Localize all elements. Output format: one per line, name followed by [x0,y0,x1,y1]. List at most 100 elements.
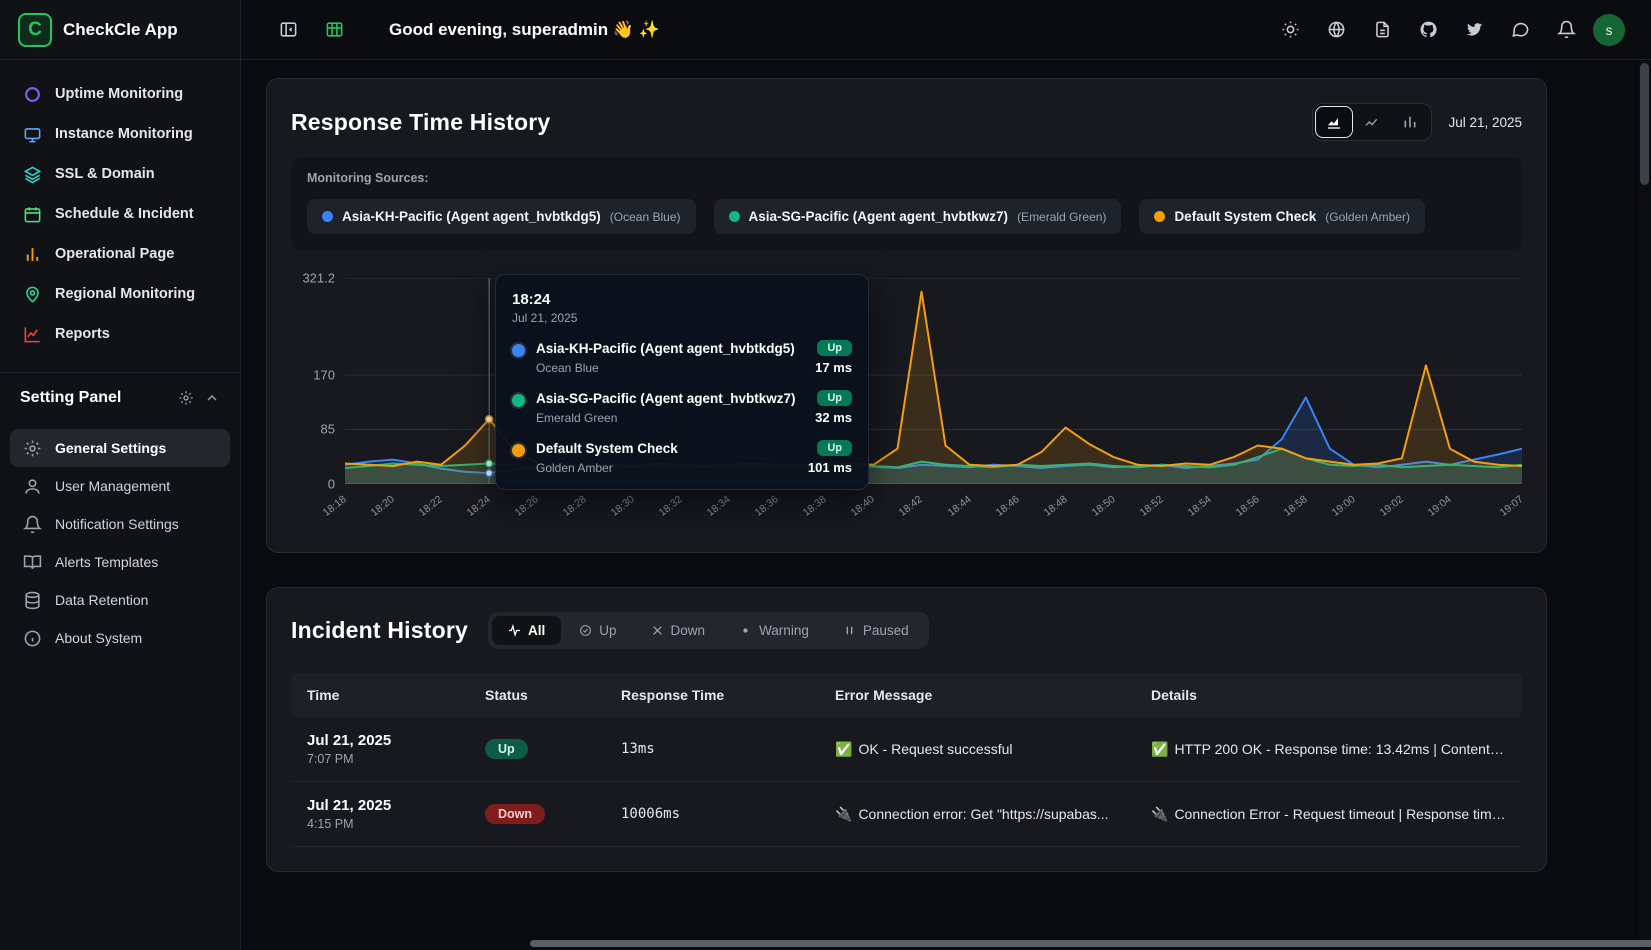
area-chart-toggle[interactable] [1315,106,1353,138]
reports-icon [22,324,42,344]
filter-tab-all[interactable]: All [492,616,561,645]
sidebar-item-label: Regional Monitoring [55,286,195,302]
sidebar-item-schedule-incident[interactable]: Schedule & Incident [10,194,230,234]
error-message: OK - Request successful [858,741,1012,757]
table-row[interactable]: Jul 21, 2025 4:15 PM Down 10006ms 🔌Conne… [291,782,1522,847]
greeting-text: Good evening, superadmin 👋 ✨ [389,20,660,40]
filter-tab-paused[interactable]: Paused [827,616,925,645]
vertical-scrollbar-track[interactable] [1638,61,1651,950]
sidebar-item-notification-settings[interactable]: Notification Settings [10,505,230,543]
feedback-button[interactable] [1501,11,1539,49]
github-icon [1419,20,1438,39]
filter-tab-up[interactable]: Up [563,616,632,645]
sidebar-item-reports[interactable]: Reports [10,314,230,354]
incident-filter-tabs: All Up Down Warning [488,612,929,649]
github-button[interactable] [1409,11,1447,49]
pause-icon [843,624,856,637]
source-color-label: (Golden Amber) [1325,210,1410,224]
response-chart-area: 321.2170850 18:24 Jul 21, 2025 [291,278,1522,528]
sun-icon [1281,20,1300,39]
setting-panel-title: Setting Panel [20,389,168,407]
notifications-button[interactable] [1547,11,1585,49]
table-view-button[interactable] [315,11,353,49]
series-name: Default System Check [536,441,678,456]
sidebar-item-label: SSL & Domain [55,166,155,182]
sidebar-item-label: Data Retention [55,592,148,608]
top-bar: Good evening, superadmin 👋 ✨ [241,0,1651,60]
response-time-card: Response Time History Jul 21, 2025 [266,78,1547,553]
sidebar-item-general-settings[interactable]: General Settings [10,429,230,467]
plug-icon: 🔌 [835,806,852,822]
series-color-label: Ocean Blue [536,361,599,375]
docs-button[interactable] [1363,11,1401,49]
filter-tab-down[interactable]: Down [635,616,722,645]
response-card-title: Response Time History [291,109,550,136]
sidebar-item-label: Alerts Templates [55,554,158,570]
incident-history-card: Incident History All Up Down [266,587,1547,872]
sidebar-item-uptime-monitoring[interactable]: Uptime Monitoring [10,74,230,114]
details-text: Connection Error - Request timeout | Res… [1174,806,1511,822]
column-header-details: Details [1135,673,1522,717]
vertical-scrollbar-thumb[interactable] [1640,63,1649,185]
user-avatar[interactable]: s [1593,14,1625,46]
sidebar-item-user-management[interactable]: User Management [10,467,230,505]
source-chip-asia-kh[interactable]: Asia-KH-Pacific (Agent agent_hvbtkdg5) (… [307,199,696,234]
series-name: Asia-SG-Pacific (Agent agent_hvbtkwz7) [536,391,796,406]
setting-panel-header[interactable]: Setting Panel [0,373,240,415]
incident-table: Time Status Response Time Error Message … [291,673,1522,847]
bell-icon [1557,20,1576,39]
incident-time: 4:15 PM [307,817,453,831]
filter-tab-warning[interactable]: Warning [723,616,825,645]
logo-icon: C [18,13,52,47]
plug-icon: 🔌 [1151,806,1168,822]
sidebar-item-instance-monitoring[interactable]: Instance Monitoring [10,114,230,154]
incident-date: Jul 21, 2025 [307,732,453,749]
sidebar-item-operational-page[interactable]: Operational Page [10,234,230,274]
sidebar-collapse-button[interactable] [269,11,307,49]
sidebar-item-label: Instance Monitoring [55,126,193,142]
sidebar-item-alerts-templates[interactable]: Alerts Templates [10,543,230,581]
response-time-value: 10006ms [605,791,819,837]
error-message: Connection error: Get "https://supabas..… [858,806,1108,822]
horizontal-scrollbar-thumb[interactable] [530,940,1651,947]
sidebar-item-data-retention[interactable]: Data Retention [10,581,230,619]
check-circle-icon [579,624,592,637]
twitter-button[interactable] [1455,11,1493,49]
source-color-dot [729,211,740,222]
chevron-up-icon[interactable] [204,390,220,406]
sidebar-item-about-system[interactable]: About System [10,619,230,657]
regional-monitoring-icon [22,284,42,304]
app-root: C CheckCle App Uptime Monitoring Instanc… [0,0,1651,950]
series-color-dot [512,444,525,457]
source-color-label: (Emerald Green) [1017,210,1106,224]
sidebar: C CheckCle App Uptime Monitoring Instanc… [0,0,241,950]
database-icon [22,590,42,610]
table-row[interactable]: Jul 21, 2025 7:07 PM Up 13ms ✅OK - Reque… [291,717,1522,782]
series-color-dot [512,344,525,357]
operational-page-icon [22,244,42,264]
sidebar-item-label: User Management [55,478,170,494]
language-button[interactable] [1317,11,1355,49]
user-icon [22,476,42,496]
activity-icon [508,624,521,637]
bar-chart-toggle[interactable] [1391,106,1429,138]
main-area: Good evening, superadmin 👋 ✨ [241,0,1651,950]
sidebar-item-label: Schedule & Incident [55,206,194,222]
status-badge: Down [485,804,545,824]
monitoring-sources-panel: Monitoring Sources: Asia-KH-Pacific (Age… [291,157,1522,250]
source-chip-default-check[interactable]: Default System Check (Golden Amber) [1139,199,1425,234]
series-color-label: Golden Amber [536,461,613,475]
table-header-row: Time Status Response Time Error Message … [291,673,1522,717]
main-nav: Uptime Monitoring Instance Monitoring SS… [0,60,240,362]
source-chip-asia-sg[interactable]: Asia-SG-Pacific (Agent agent_hvbtkwz7) (… [714,199,1122,234]
sidebar-item-regional-monitoring[interactable]: Regional Monitoring [10,274,230,314]
theme-toggle-button[interactable] [1271,11,1309,49]
chat-icon [1511,20,1530,39]
sidebar-item-ssl-domain[interactable]: SSL & Domain [10,154,230,194]
app-logo[interactable]: C CheckCle App [0,0,240,60]
line-chart-icon [1364,114,1380,130]
series-color-label: Emerald Green [536,411,617,425]
line-chart-toggle[interactable] [1353,106,1391,138]
incident-time: 7:07 PM [307,752,453,766]
chart-view-toggle-group [1312,103,1432,141]
